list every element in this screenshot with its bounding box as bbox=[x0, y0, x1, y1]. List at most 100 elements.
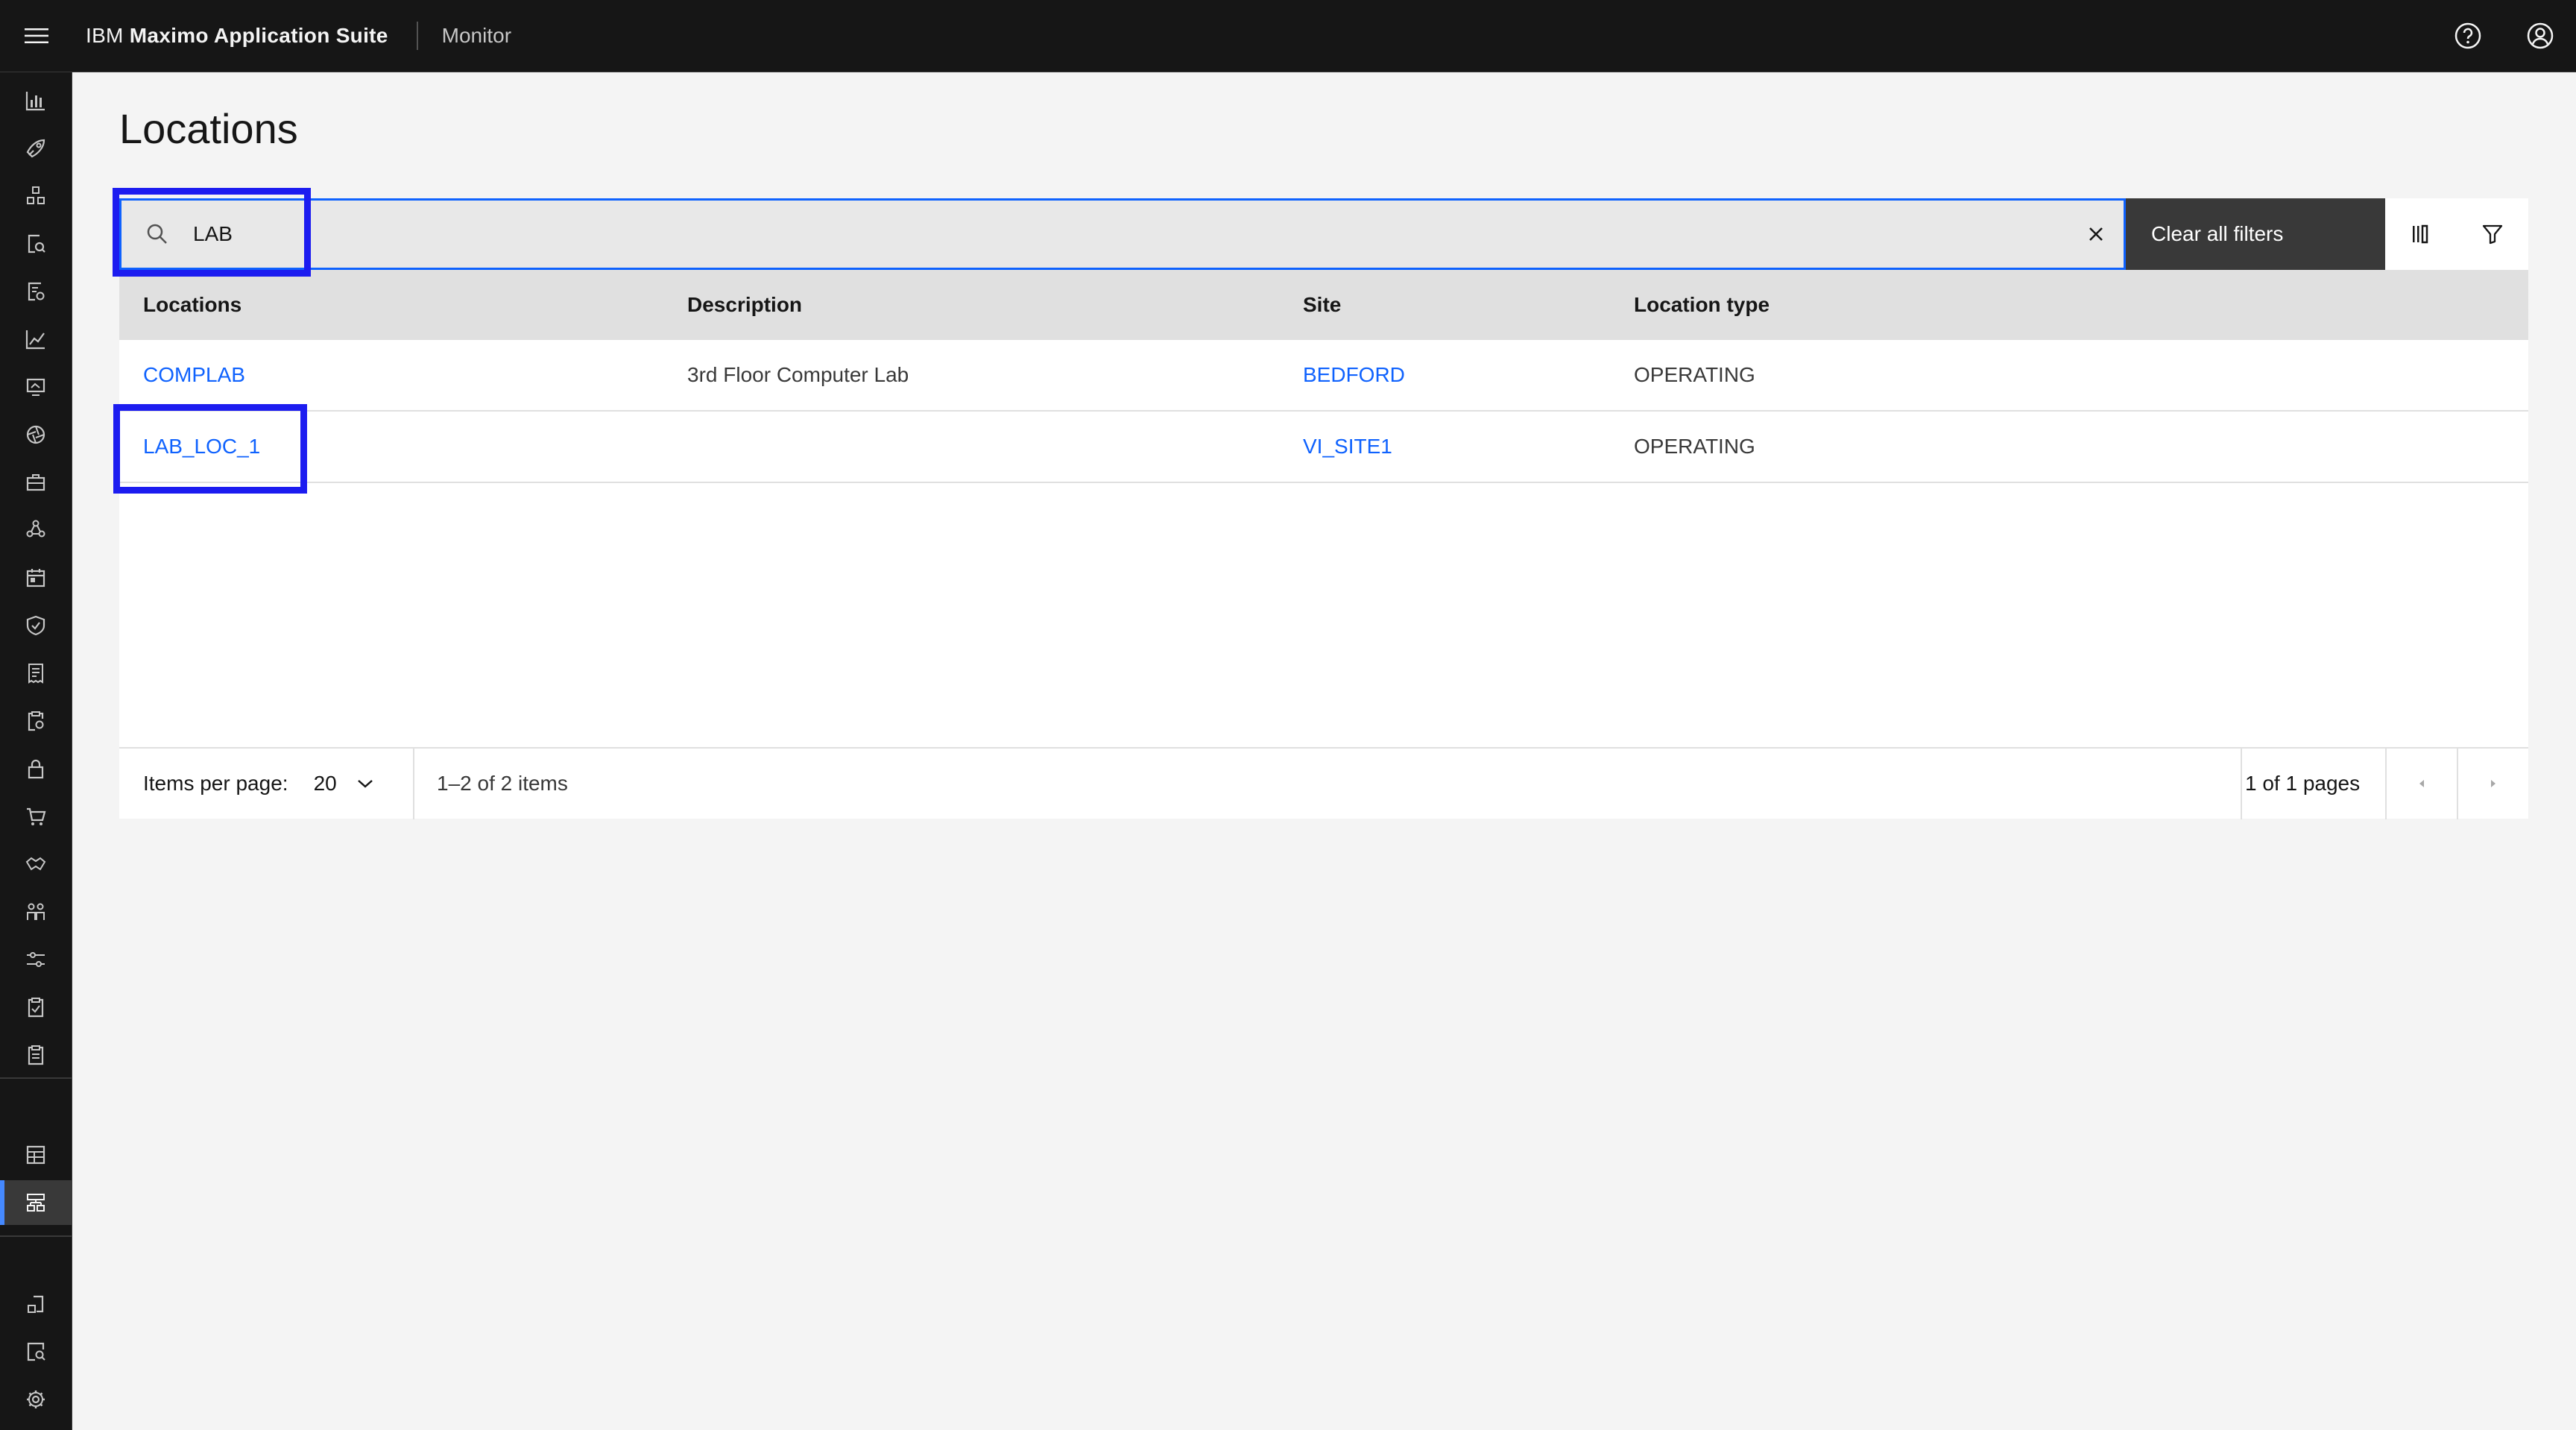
column-header-locations[interactable]: Locations bbox=[143, 293, 242, 317]
app-name: Monitor bbox=[441, 24, 512, 47]
document-magnify-icon bbox=[27, 1342, 45, 1361]
items-per-page: Items per page: 20 bbox=[119, 748, 414, 819]
nav-calendar[interactable] bbox=[0, 555, 72, 600]
filter-button[interactable] bbox=[2457, 198, 2528, 270]
nav-safety[interactable] bbox=[0, 603, 72, 648]
table-row[interactable]: LAB_LOC_1 VI_SITE1 OPERATING bbox=[119, 412, 2528, 483]
nav-tasks[interactable] bbox=[0, 985, 72, 1030]
hierarchy-cubes-icon bbox=[27, 186, 45, 204]
people-icon bbox=[27, 903, 45, 920]
user-avatar-icon bbox=[2527, 22, 2553, 49]
close-icon bbox=[2089, 227, 2103, 241]
sliders-icon bbox=[27, 952, 45, 967]
nav-devices[interactable] bbox=[0, 365, 72, 409]
nav-table-view[interactable] bbox=[0, 1133, 72, 1177]
hamburger-menu-icon bbox=[24, 28, 48, 43]
nav-inspections[interactable] bbox=[0, 221, 72, 266]
aperture-icon bbox=[26, 425, 45, 444]
items-per-page-select[interactable]: 20 bbox=[314, 772, 337, 796]
location-description: 3rd Floor Computer Lab bbox=[687, 363, 909, 386]
nav-add-location[interactable] bbox=[0, 1282, 72, 1326]
nav-launch[interactable] bbox=[0, 126, 72, 171]
help-button[interactable] bbox=[2431, 0, 2504, 72]
search-icon bbox=[147, 224, 167, 244]
search-box[interactable] bbox=[119, 198, 2126, 270]
user-profile-button[interactable] bbox=[2504, 0, 2576, 72]
shield-check-icon bbox=[26, 615, 45, 636]
location-link[interactable]: COMPLAB bbox=[143, 363, 245, 387]
item-range: 1–2 of 2 items bbox=[437, 772, 568, 795]
column-header-description[interactable]: Description bbox=[687, 293, 802, 317]
clear-search-button[interactable] bbox=[2079, 217, 2113, 251]
column-header-location-type[interactable]: Location type bbox=[1634, 293, 1770, 317]
search-icon-wrap bbox=[121, 201, 193, 268]
nav-checklists[interactable] bbox=[0, 699, 72, 743]
nav-tools[interactable] bbox=[0, 460, 72, 505]
calendar-icon bbox=[26, 569, 45, 588]
nav-trends[interactable] bbox=[0, 317, 72, 362]
page-count: 1 of 1 pages bbox=[2241, 748, 2385, 819]
items-per-page-dropdown[interactable] bbox=[356, 778, 374, 790]
table-row[interactable]: COMPLAB 3rd Floor Computer Lab BEDFORD O… bbox=[119, 340, 2528, 412]
side-navigation bbox=[0, 72, 72, 1430]
shopping-cart-icon bbox=[27, 807, 46, 825]
location-type: OPERATING bbox=[1634, 435, 1755, 458]
monitor-icon bbox=[26, 378, 45, 396]
column-settings-button[interactable] bbox=[2385, 198, 2457, 270]
clear-all-filters-button[interactable]: Clear all filters bbox=[2126, 198, 2385, 270]
top-header: IBM Maximo Application Suite Monitor bbox=[0, 0, 2576, 72]
nav-people[interactable] bbox=[0, 889, 72, 934]
location-type: OPERATING bbox=[1634, 363, 1755, 386]
lock-icon bbox=[28, 759, 44, 779]
nav-partners[interactable] bbox=[0, 842, 72, 886]
brand-title[interactable]: IBM Maximo Application Suite bbox=[86, 24, 388, 48]
nav-network[interactable] bbox=[0, 508, 72, 552]
document-settings-icon bbox=[28, 282, 45, 301]
clipboard-check-icon bbox=[28, 998, 44, 1018]
clipboard-list-icon bbox=[28, 1045, 44, 1065]
document-add-icon bbox=[28, 1295, 44, 1313]
nav-separator bbox=[0, 1077, 72, 1079]
table-header-row: Locations Description Site Location type bbox=[119, 270, 2528, 340]
nav-security[interactable] bbox=[0, 746, 72, 791]
nav-settings-sliders[interactable] bbox=[0, 937, 72, 982]
caret-left-icon bbox=[2419, 780, 2424, 787]
locations-table: Locations Description Site Location type… bbox=[119, 270, 2528, 747]
handshake-icon bbox=[25, 857, 46, 871]
site-link[interactable]: BEDFORD bbox=[1303, 363, 1405, 387]
network-nodes-icon bbox=[26, 520, 45, 538]
bar-chart-icon bbox=[25, 92, 45, 111]
site-link[interactable]: VI_SITE1 bbox=[1303, 435, 1392, 459]
table-toolbar: Clear all filters bbox=[119, 198, 2528, 270]
search-input[interactable] bbox=[193, 201, 1982, 268]
chevron-down-icon bbox=[357, 780, 373, 788]
nav-assets[interactable] bbox=[0, 174, 72, 218]
nav-settings[interactable] bbox=[0, 1377, 72, 1422]
nav-locations[interactable] bbox=[0, 1180, 72, 1225]
caret-right-icon bbox=[2491, 780, 2496, 787]
nav-purchasing[interactable] bbox=[0, 794, 72, 839]
nav-reports[interactable] bbox=[0, 651, 72, 696]
pagination-bar: Items per page: 20 1–2 of 2 items 1 of 1… bbox=[119, 747, 2528, 819]
help-icon bbox=[2455, 22, 2481, 49]
menu-button[interactable] bbox=[0, 0, 72, 72]
filter-icon bbox=[2482, 224, 2503, 245]
items-per-page-label: Items per page: bbox=[143, 772, 288, 795]
location-link[interactable]: LAB_LOC_1 bbox=[143, 435, 260, 459]
toolbox-icon bbox=[26, 474, 45, 491]
header-divider bbox=[416, 22, 418, 50]
document-search-icon bbox=[28, 234, 45, 253]
nav-job-plans[interactable] bbox=[0, 1033, 72, 1077]
location-hierarchy-icon bbox=[27, 1194, 45, 1212]
nav-separator bbox=[0, 1235, 72, 1237]
clipboard-search-icon bbox=[28, 711, 44, 731]
next-page-button[interactable] bbox=[2457, 748, 2528, 819]
nav-dashboards[interactable] bbox=[0, 78, 72, 123]
page-title: Locations bbox=[119, 105, 298, 152]
previous-page-button[interactable] bbox=[2385, 748, 2457, 819]
nav-location-search[interactable] bbox=[0, 1329, 72, 1374]
nav-work-orders[interactable] bbox=[0, 269, 72, 314]
column-header-site[interactable]: Site bbox=[1303, 293, 1341, 317]
nav-reliability[interactable] bbox=[0, 412, 72, 457]
columns-icon bbox=[2413, 224, 2428, 244]
